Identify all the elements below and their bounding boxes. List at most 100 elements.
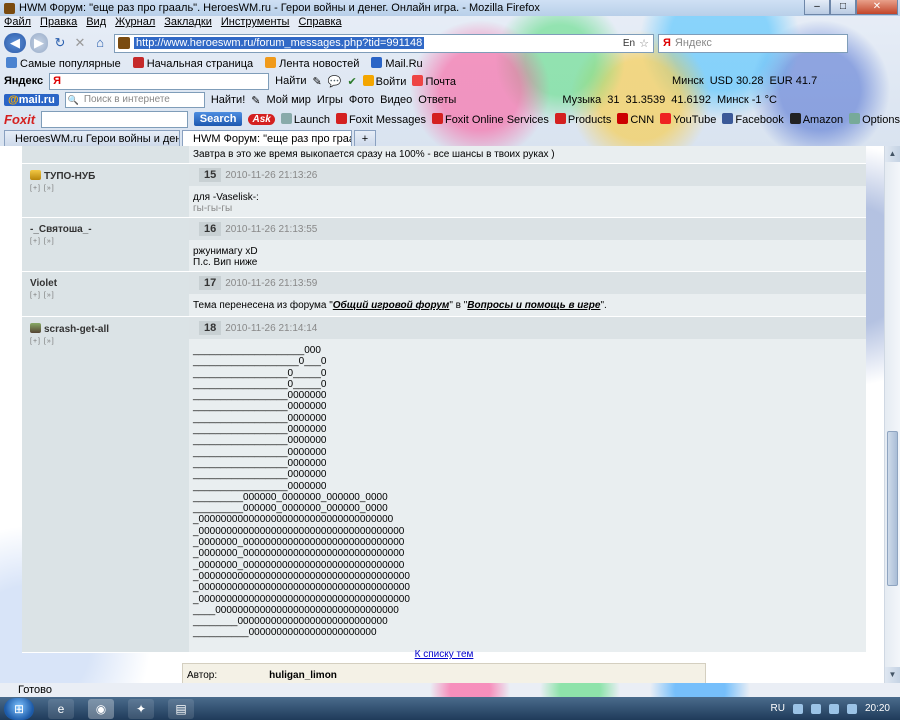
menu-edit[interactable]: Правка: [40, 16, 77, 31]
foxit-item-label: Facebook: [735, 113, 784, 126]
menu-view[interactable]: Вид: [86, 16, 106, 31]
tab-forum-thread[interactable]: HWM Форум: "еще раз про грааль" ... ✕: [182, 130, 352, 146]
author-links[interactable]: [+] [»]: [30, 292, 181, 299]
pencil-icon[interactable]: ✎: [313, 75, 322, 88]
author-links[interactable]: [+] [»]: [30, 238, 181, 245]
post-author[interactable]: Violet: [30, 278, 181, 289]
taskbar-folder-icon[interactable]: ▤: [168, 698, 194, 719]
post-number[interactable]: 17: [199, 276, 222, 290]
mailru-search-input[interactable]: Поиск в интернете: [64, 92, 205, 108]
maximize-button[interactable]: □: [830, 0, 856, 15]
chat-icon[interactable]: 💬: [328, 75, 342, 88]
foxit-messages[interactable]: Foxit Messages: [335, 112, 426, 126]
post-author[interactable]: ТУПО-НУБ: [30, 170, 181, 182]
yandex-search-input[interactable]: Я: [49, 72, 270, 90]
author-name[interactable]: scrash-get-all: [44, 324, 109, 335]
foxit-search-input[interactable]: [41, 110, 188, 128]
rate-usd[interactable]: 31.3539: [625, 94, 665, 106]
url-text[interactable]: http://www.heroeswm.ru/forum_messages.ph…: [134, 37, 425, 49]
post-number[interactable]: 16: [199, 222, 222, 236]
eur-rate[interactable]: EUR 41.7: [770, 75, 818, 87]
bookmark-star-icon[interactable]: ☆: [639, 37, 649, 50]
mailru-brand[interactable]: @mail.ru: [4, 94, 59, 106]
foxit-item-label: YouTube: [673, 113, 717, 126]
author-links[interactable]: [+] [»]: [30, 185, 181, 192]
weather[interactable]: Минск -1 °C: [717, 94, 777, 106]
foxit-facebook[interactable]: Facebook: [722, 112, 784, 126]
ask-logo[interactable]: Ask: [248, 113, 275, 125]
forum-link-help[interactable]: Вопросы и помощь в игре: [467, 300, 600, 311]
rate-eur[interactable]: 41.6192: [671, 94, 711, 106]
tray-network-icon[interactable]: [792, 703, 803, 714]
mailru-item-games[interactable]: Игры: [317, 94, 343, 106]
pencil-icon[interactable]: ✎: [251, 94, 260, 107]
new-tab-button[interactable]: +: [354, 130, 376, 146]
scrollbar-thumb[interactable]: [887, 431, 898, 586]
checkmark-icon[interactable]: ✔: [347, 75, 356, 88]
bookmark-popular[interactable]: Самые популярные: [6, 56, 121, 70]
taskbar-firefox-icon[interactable]: ◉: [88, 698, 114, 719]
menu-tools[interactable]: Инструменты: [221, 16, 290, 31]
author-links[interactable]: [+] [»]: [30, 338, 181, 345]
yandex-find-button[interactable]: Найти: [275, 75, 306, 87]
minimize-button[interactable]: ‒: [804, 0, 830, 15]
foxit-products[interactable]: Products: [554, 112, 611, 126]
reload-icon[interactable]: ↻: [52, 35, 68, 51]
mailru-find-button[interactable]: Найти!: [211, 94, 245, 106]
post-number[interactable]: 15: [199, 168, 222, 182]
back-to-topics-link[interactable]: К списку тем: [415, 649, 474, 660]
yandex-brand[interactable]: Яндекс: [4, 75, 43, 87]
calendar-count[interactable]: 31: [607, 94, 619, 106]
menu-file[interactable]: Файл: [4, 16, 31, 31]
bookmark-mailru[interactable]: Mail.Ru: [371, 56, 423, 70]
author-name[interactable]: ТУПО-НУБ: [44, 171, 95, 182]
yandex-mail-button[interactable]: Почта: [412, 74, 456, 88]
forum-link-general[interactable]: Общий игровой форум: [333, 300, 450, 311]
back-button[interactable]: ◀: [4, 33, 26, 53]
foxit-options[interactable]: Options: [849, 112, 900, 126]
language-indicator[interactable]: RU: [771, 703, 785, 714]
search-input[interactable]: Я Яндекс: [658, 33, 848, 53]
mailru-music[interactable]: Музыка: [562, 94, 601, 106]
mailru-item-myworld[interactable]: Мой мир: [266, 94, 310, 106]
close-button[interactable]: ✕: [856, 0, 898, 15]
taskbar-ie-icon[interactable]: e: [48, 698, 74, 719]
home-icon[interactable]: ⌂: [92, 35, 108, 51]
post-number[interactable]: 18: [199, 321, 222, 335]
vertical-scrollbar[interactable]: ▲ ▼: [884, 146, 900, 683]
scroll-down-icon[interactable]: ▼: [885, 667, 900, 683]
mailru-item-answers[interactable]: Ответы: [418, 94, 456, 106]
yandex-city[interactable]: Минск: [672, 75, 704, 87]
mailru-item-video[interactable]: Видео: [380, 94, 412, 106]
usd-rate[interactable]: USD 30.28: [710, 75, 764, 87]
foxit-youtube[interactable]: YouTube: [660, 112, 717, 126]
foxit-launch[interactable]: Launch: [280, 112, 330, 126]
post-author[interactable]: -_Святоша_-: [30, 224, 181, 235]
tab-heroeswm-home[interactable]: HeroesWM.ru Герои войны и дене...: [4, 130, 180, 146]
foxit-search-button[interactable]: Search: [193, 112, 243, 126]
taskbar-heroes-icon[interactable]: ✦: [128, 698, 154, 719]
yandex-login-button[interactable]: Войти: [362, 74, 406, 88]
foxit-cnn[interactable]: CNN: [617, 112, 654, 126]
tray-volume-icon[interactable]: [810, 703, 821, 714]
bookmark-start-page[interactable]: Начальная страница: [132, 56, 253, 70]
mailru-item-photo[interactable]: Фото: [349, 94, 374, 106]
stop-icon[interactable]: ✕: [72, 35, 88, 51]
menu-help[interactable]: Справка: [298, 16, 341, 31]
tray-shield-icon[interactable]: [846, 703, 857, 714]
start-button[interactable]: ⊞: [4, 697, 34, 720]
scroll-up-icon[interactable]: ▲: [885, 146, 900, 162]
clock[interactable]: 20:20: [865, 703, 890, 714]
bookmark-news-feed[interactable]: Лента новостей: [265, 56, 359, 70]
language-indicator[interactable]: En: [623, 38, 635, 49]
foxit-online-services[interactable]: Foxit Online Services: [431, 112, 549, 126]
post-author[interactable]: scrash-get-all: [30, 323, 181, 335]
ascii-art-line: _________________0000000: [193, 469, 327, 481]
forward-button[interactable]: ▶: [30, 33, 48, 53]
url-bar[interactable]: http://www.heroeswm.ru/forum_messages.ph…: [114, 33, 654, 53]
foxit-brand[interactable]: Foxit: [4, 112, 35, 127]
menu-history[interactable]: Журнал: [115, 16, 155, 31]
tray-app-icon[interactable]: [828, 703, 839, 714]
menu-bookmarks[interactable]: Закладки: [164, 16, 212, 31]
foxit-amazon[interactable]: Amazon: [789, 112, 843, 126]
